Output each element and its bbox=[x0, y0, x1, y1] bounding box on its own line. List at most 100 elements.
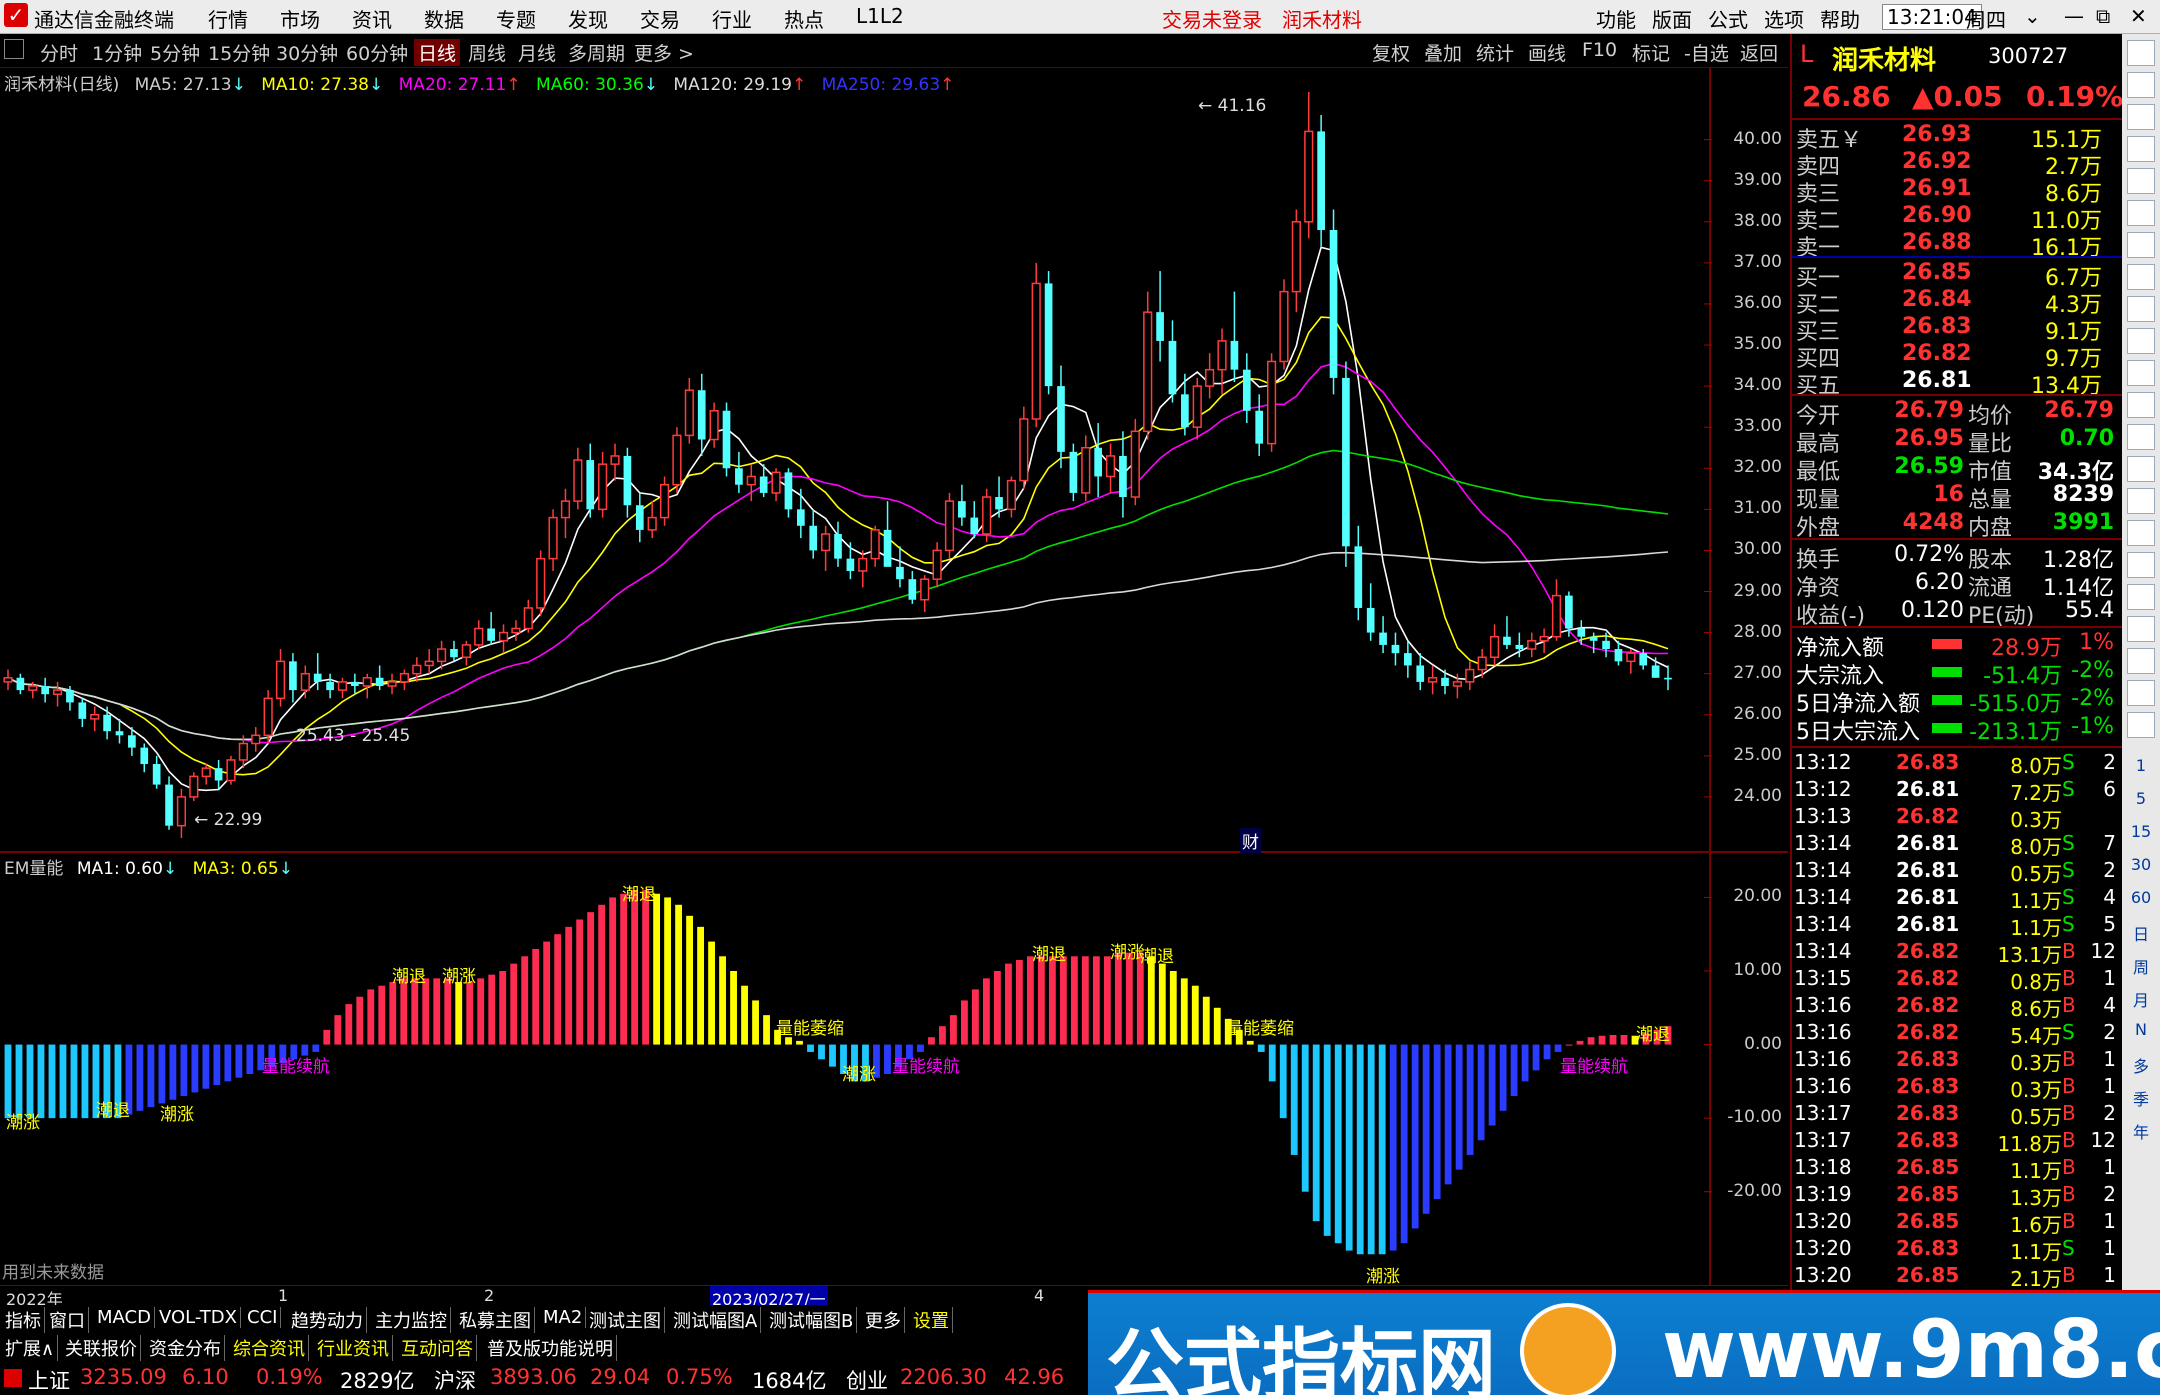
tool-draw[interactable]: 画线 bbox=[1528, 39, 1566, 66]
trade-login-status[interactable]: 交易未登录 bbox=[1162, 4, 1262, 33]
tab-test-sub-b[interactable]: 测试幅图B bbox=[766, 1307, 858, 1333]
ask-row[interactable]: 卖一 26.88 16.1万 bbox=[1792, 230, 2122, 261]
tab-edition-info[interactable]: 普及版功能说明 bbox=[484, 1335, 617, 1361]
tab-trend-power[interactable]: 趋势动力 bbox=[288, 1307, 367, 1333]
panel-toggle-icon[interactable] bbox=[4, 39, 24, 59]
bid-row[interactable]: 买三 26.83 9.1万 bbox=[1792, 314, 2122, 345]
sidebar-period-1[interactable]: 5 bbox=[2127, 789, 2155, 815]
period-tab[interactable]: 5分钟 bbox=[150, 39, 200, 66]
bid-row[interactable]: 买五 26.81 13.4万 bbox=[1792, 368, 2122, 399]
tab-test-sub-a[interactable]: 测试幅图A bbox=[670, 1307, 762, 1333]
period-tab[interactable]: 周线 bbox=[468, 39, 506, 66]
menu-options[interactable]: 选项 bbox=[1764, 4, 1804, 33]
sidebar-tool-icon[interactable] bbox=[2127, 424, 2155, 450]
period-tab[interactable]: 30分钟 bbox=[276, 39, 338, 66]
sidebar-tool-icon[interactable] bbox=[2127, 456, 2155, 482]
tool-f10[interactable]: F10 bbox=[1582, 39, 1617, 61]
period-tab[interactable]: 15分钟 bbox=[208, 39, 270, 66]
tool-remove-fav[interactable]: -自选 bbox=[1684, 39, 1729, 66]
sidebar-period-4[interactable]: 60 bbox=[2127, 888, 2155, 914]
sidebar-period-10[interactable]: 季 bbox=[2127, 1086, 2155, 1112]
ask-row[interactable]: 卖五￥ 26.93 15.1万 bbox=[1792, 122, 2122, 153]
sh-index-name[interactable]: 上证 bbox=[28, 1365, 70, 1395]
menu-trade[interactable]: 交易 bbox=[640, 4, 680, 33]
sidebar-tool-icon[interactable] bbox=[2127, 616, 2155, 642]
sidebar-tool-icon[interactable] bbox=[2127, 360, 2155, 386]
period-tab[interactable]: 月线 bbox=[518, 39, 556, 66]
sidebar-period-0[interactable]: 1 bbox=[2127, 756, 2155, 782]
period-tab-more[interactable]: 更多 > bbox=[634, 39, 694, 66]
dropdown-icon[interactable]: ⌄ bbox=[2024, 4, 2041, 28]
ask-row[interactable]: 卖三 26.91 8.6万 bbox=[1792, 176, 2122, 207]
sidebar-period-5[interactable]: 日 bbox=[2127, 921, 2155, 947]
tab-main-monitor[interactable]: 主力监控 bbox=[372, 1307, 451, 1333]
sidebar-tool-icon[interactable] bbox=[2127, 72, 2155, 98]
menu-industry[interactable]: 行业 bbox=[712, 4, 752, 33]
sidebar-period-7[interactable]: 月 bbox=[2127, 987, 2155, 1013]
tab-test-main[interactable]: 测试主图 bbox=[586, 1307, 665, 1333]
period-tab[interactable]: 分时 bbox=[40, 39, 78, 66]
tab-private-main[interactable]: 私募主图 bbox=[456, 1307, 535, 1333]
sidebar-tool-icon[interactable] bbox=[2127, 264, 2155, 290]
bid-row[interactable]: 买一 26.85 6.7万 bbox=[1792, 260, 2122, 291]
sidebar-tool-icon[interactable] bbox=[2127, 328, 2155, 354]
menu-hot[interactable]: 热点 bbox=[784, 4, 824, 33]
tab-indicator[interactable]: 指标 bbox=[2, 1307, 45, 1333]
tab-vol-tdx[interactable]: VOL-TDX bbox=[156, 1307, 241, 1328]
sidebar-period-8[interactable]: N bbox=[2127, 1020, 2155, 1046]
period-tab[interactable]: 60分钟 bbox=[346, 39, 408, 66]
ask-row[interactable]: 卖二 26.90 11.0万 bbox=[1792, 203, 2122, 234]
tab-expand[interactable]: 扩展∧ bbox=[2, 1335, 59, 1361]
menu-topic[interactable]: 专题 bbox=[496, 4, 536, 33]
sidebar-tool-icon[interactable] bbox=[2127, 200, 2155, 226]
sz-index-name[interactable]: 沪深 bbox=[434, 1365, 476, 1395]
sidebar-tool-icon[interactable] bbox=[2127, 104, 2155, 130]
chart-area[interactable] bbox=[0, 68, 1788, 1290]
menu-function[interactable]: 功能 bbox=[1596, 4, 1636, 33]
tab-settings[interactable]: 设置 bbox=[910, 1307, 953, 1333]
tool-back[interactable]: 返回 bbox=[1740, 39, 1778, 66]
sidebar-period-11[interactable]: 年 bbox=[2127, 1119, 2155, 1145]
menu-data[interactable]: 数据 bbox=[424, 4, 464, 33]
sidebar-tool-icon[interactable] bbox=[2127, 648, 2155, 674]
tab-window[interactable]: 窗口 bbox=[46, 1307, 89, 1333]
sidebar-tool-icon[interactable] bbox=[2127, 136, 2155, 162]
sidebar-tool-icon[interactable] bbox=[2127, 584, 2155, 610]
menu-quote[interactable]: 行情 bbox=[208, 4, 248, 33]
tick-list[interactable]: 13:12 26.83 8.0万 S 2 13:12 26.81 7.2万 S 6 13:13 26.… bbox=[1792, 750, 2122, 1290]
close-icon[interactable]: ✕ bbox=[2130, 4, 2147, 28]
bid-row[interactable]: 买二 26.84 4.3万 bbox=[1792, 287, 2122, 318]
tool-restore-rights[interactable]: 复权 bbox=[1372, 39, 1410, 66]
minimize-icon[interactable]: — bbox=[2064, 4, 2084, 28]
sidebar-tool-icon[interactable] bbox=[2127, 680, 2155, 706]
menu-news[interactable]: 资讯 bbox=[352, 4, 392, 33]
restore-icon[interactable]: ⧉ bbox=[2096, 4, 2110, 28]
financial-report-marker[interactable]: 财 bbox=[1240, 828, 1261, 853]
tab-related-quote[interactable]: 关联报价 bbox=[62, 1335, 141, 1361]
tab-cci[interactable]: CCI bbox=[244, 1307, 282, 1328]
tab-general-news[interactable]: 综合资讯 bbox=[230, 1335, 309, 1361]
tab-more[interactable]: 更多 bbox=[862, 1307, 905, 1333]
sidebar-tool-icon[interactable] bbox=[2127, 520, 2155, 546]
tool-mark[interactable]: 标记 bbox=[1632, 39, 1670, 66]
sidebar-period-2[interactable]: 15 bbox=[2127, 822, 2155, 848]
menu-discover[interactable]: 发现 bbox=[568, 4, 608, 33]
sidebar-period-9[interactable]: 多 bbox=[2127, 1053, 2155, 1079]
sidebar-tool-icon[interactable] bbox=[2127, 296, 2155, 322]
menu-layout[interactable]: 版面 bbox=[1652, 4, 1692, 33]
bid-row[interactable]: 买四 26.82 9.7万 bbox=[1792, 341, 2122, 372]
tab-macd[interactable]: MACD bbox=[94, 1307, 155, 1328]
tab-fund-distribution[interactable]: 资金分布 bbox=[146, 1335, 225, 1361]
tab-qa[interactable]: 互动问答 bbox=[398, 1335, 477, 1361]
sidebar-tool-icon[interactable] bbox=[2127, 168, 2155, 194]
sidebar-tool-icon[interactable] bbox=[2127, 488, 2155, 514]
cy-index-name[interactable]: 创业 bbox=[846, 1365, 888, 1395]
sidebar-tool-icon[interactable] bbox=[2127, 712, 2155, 738]
sidebar-period-6[interactable]: 周 bbox=[2127, 954, 2155, 980]
sidebar-tool-icon[interactable] bbox=[2127, 392, 2155, 418]
sidebar-period-3[interactable]: 30 bbox=[2127, 855, 2155, 881]
period-tab-active[interactable]: 日线 bbox=[414, 39, 461, 66]
tab-industry-news[interactable]: 行业资讯 bbox=[314, 1335, 393, 1361]
period-tab[interactable]: 多周期 bbox=[568, 39, 625, 66]
menu-l1l2[interactable]: L1L2 bbox=[856, 4, 904, 28]
